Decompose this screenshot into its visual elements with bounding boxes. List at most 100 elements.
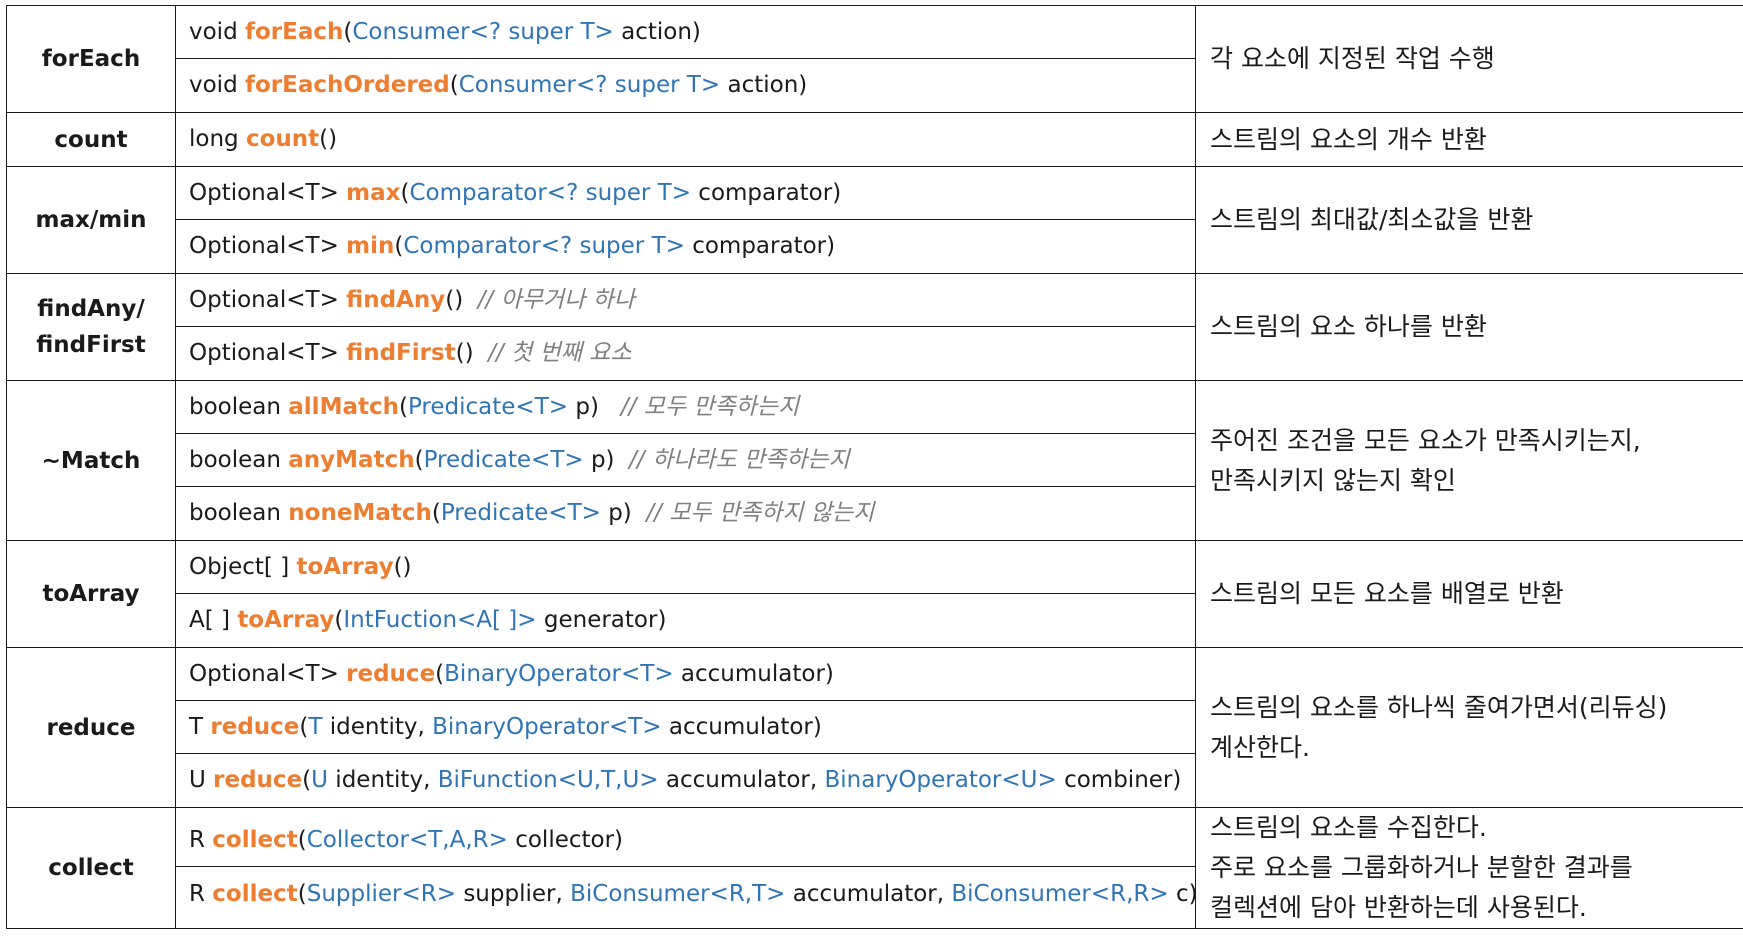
method-name: collect [212,827,298,853]
method-name: min [346,233,395,259]
description-line: 주어진 조건을 모든 요소가 만족시키는지, [1210,425,1641,455]
method-name: forEachOrdered [244,72,450,98]
type-name: BinaryOperator<T> [444,661,674,687]
method-signature: long count() [177,114,1195,166]
signature-text: ( [414,447,424,473]
code-comment: // 모두 만족하지 않는지 [646,500,875,526]
type-name: Supplier<R> [306,881,457,907]
method-name: forEach [244,19,344,45]
table-row: max/min Optional<T> max(Comparator<? supe… [6,166,1743,274]
operation-name-cell: ~Match [6,380,176,541]
type-name: Predicate<T> [440,500,601,526]
table-row: count long count() 스트림의 요소의 개수 반환 [6,112,1743,167]
method-signature: boolean noneMatch(Predicate<T> p) // 모두 … [177,487,1195,540]
operation-name-cell: max/min [6,166,176,274]
description-line: 스트림의 요소를 수집한다. [1210,813,1487,842]
type-name: BinaryOperator<T> [432,714,662,740]
description-line: 컬렉션에 담아 반환하는데 사용된다. [1210,893,1587,922]
type-name: Collector<T,A,R> [306,827,508,853]
method-name: reduce [346,661,436,687]
operation-name-cell: count [6,112,176,167]
signature-text: A[ ] [189,607,238,633]
type-name: U [311,767,328,793]
signature-text: () [445,287,478,313]
method-signature: void forEach(Consumer<? super T> action) [176,7,1195,59]
signature-text: p) [600,500,647,526]
table-row: reduce Optional<T> reduce(BinaryOperator<… [6,647,1743,808]
signature-text: identity, [322,714,433,740]
signature-text: Optional<T> [189,340,347,366]
operation-name: toArray [42,581,140,607]
signature-text: supplier, [456,881,571,907]
code-comment: // 첫 번째 요소 [488,340,632,366]
method-name: toArray [237,607,335,633]
type-name: BiConsumer<R,R> [951,881,1169,907]
signature-text: p) [568,394,621,420]
signature-text: long [189,126,246,152]
signature-text: action) [613,19,701,45]
method-signatures-cell: Optional<T> findAny() // 아무거나 하나 Optional… [175,273,1196,381]
description-cell: 스트림의 요소를 하나씩 줄여가면서(리듀싱) 계산한다. [1195,647,1743,808]
description-line: 스트림의 요소를 하나씩 줄여가면서(리듀싱) [1210,692,1668,722]
description-cell: 스트림의 최대값/최소값을 반환 [1195,166,1743,274]
code-comment: // 하나라도 만족하는지 [629,447,850,473]
signature-text: Optional<T> [189,287,347,313]
description-cell: 스트림의 모든 요소를 배열로 반환 [1195,540,1743,648]
operation-name: max/min [35,207,147,233]
method-name: collect [212,881,298,907]
signature-text: ( [302,767,312,793]
method-signature: Object[ ] toArray() [176,542,1195,594]
table-row: ~Match boolean allMatch(Predicate<T> p) /… [6,380,1743,541]
method-signatures-cell: R collect(Collector<T,A,R> collector) R c… [175,807,1196,929]
description-cell: 스트림의 요소를 수집한다. 주로 요소를 그룹화하거나 분할한 결과를컬렉션에 … [1195,807,1743,929]
method-signatures-cell: void forEach(Consumer<? super T> action)… [175,5,1196,113]
signature-text: ( [297,881,307,907]
method-signature: R collect(Collector<T,A,R> collector) [176,814,1195,867]
signature-text: p) [583,447,630,473]
method-signatures-cell: long count() [175,112,1196,167]
signature-text: () [455,340,489,366]
description-line: 스트림의 모든 요소를 배열로 반환 [1210,579,1564,608]
type-name: BiConsumer<R,T> [570,881,786,907]
code-comment: // 모두 만족하는지 [620,394,800,420]
description-line: 스트림의 요소 하나를 반환 [1210,312,1487,341]
operation-name-cell: collect [6,807,176,929]
type-name: Consumer<? super T> [458,72,721,98]
signature-text: () [393,554,412,580]
description-cell: 스트림의 요소 하나를 반환 [1195,273,1743,381]
signature-text: accumulator, [785,881,952,907]
type-name: Predicate<T> [423,447,584,473]
method-signature: U reduce(U identity, BiFunction<U,T,U> a… [177,754,1195,807]
signature-text: identity, [328,767,438,793]
table-row: toArray Object[ ] toArray() A[ ] toArray(I… [6,540,1743,648]
signature-text: ( [297,827,307,853]
type-name: Consumer<? super T> [352,19,614,45]
method-name: reduce [210,714,300,740]
operation-name: reduce [46,714,136,741]
table-row: collect R collect(Collector<T,A,R> collec… [6,807,1743,929]
signature-text: R [189,827,213,853]
operation-name-cell: findAny/findFirst [6,273,176,381]
type-name: BinaryOperator<U> [824,767,1057,793]
description-line: 주로 요소를 그룹화하거나 분할한 결과를 [1210,853,1633,882]
description-line: 계산한다. [1210,732,1310,762]
method-signature: R collect(Supplier<R> supplier, BiConsum… [177,867,1196,922]
description-line: 각 요소에 지정된 작업 수행 [1210,44,1495,73]
signature-text: collector) [507,827,624,853]
type-name: Predicate<T> [407,394,569,420]
description-line: 스트림의 요소의 개수 반환 [1210,124,1487,154]
method-name: noneMatch [288,500,432,526]
method-name: count [245,126,320,152]
method-signature: Optional<T> min(Comparator<? super T> co… [177,220,1195,273]
operation-name-cell: toArray [6,540,176,648]
signature-text: ( [431,500,441,526]
operation-name: ~Match [41,447,141,474]
stream-terminal-operations-table: forEach void forEach(Consumer<? super T> … [6,5,1743,929]
method-name: anyMatch [288,447,415,473]
signature-text: Object[ ] [189,554,297,580]
operation-name: forEach [41,46,141,72]
type-name: IntFuction<A[ ]> [343,607,537,633]
signature-text: c) [1168,881,1196,907]
method-signature: boolean anyMatch(Predicate<T> p) // 하나라도… [176,434,1195,487]
method-name: max [346,180,401,206]
